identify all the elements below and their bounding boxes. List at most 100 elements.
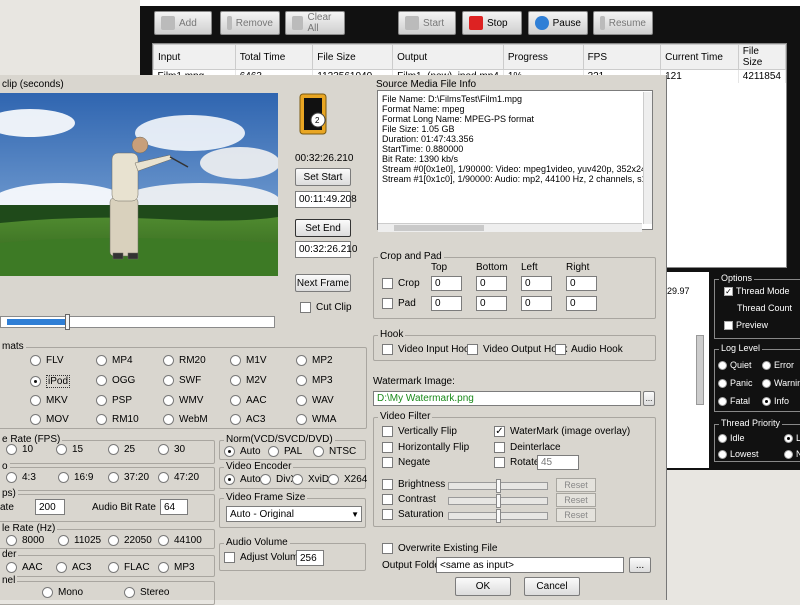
column-header[interactable]: File Size bbox=[312, 44, 394, 70]
sr-8000-radio[interactable]: 8000 bbox=[6, 535, 44, 546]
slider-thumb[interactable] bbox=[496, 494, 501, 508]
info-vertical-scrollbar[interactable] bbox=[643, 92, 652, 224]
watermark-path-field[interactable]: D:\My Watermark.png bbox=[373, 391, 641, 406]
fps-30-radio[interactable]: 30 bbox=[158, 444, 185, 455]
format-radio-m1v[interactable]: M1V bbox=[230, 355, 267, 366]
crop-checkbox[interactable]: Crop bbox=[382, 278, 420, 289]
format-radio-mp3[interactable]: MP3 bbox=[296, 375, 333, 386]
norm-auto-radio[interactable]: Auto bbox=[224, 446, 261, 457]
log-warning-radio[interactable]: Warnin bbox=[762, 378, 800, 388]
volume-field[interactable]: 256 bbox=[296, 550, 324, 566]
format-radio-ac3[interactable]: AC3 bbox=[230, 414, 265, 425]
format-radio-rm20[interactable]: RM20 bbox=[163, 355, 206, 366]
info-horizontal-scrollbar[interactable] bbox=[378, 223, 642, 232]
remove-button[interactable]: Remove bbox=[220, 11, 280, 35]
column-header[interactable]: Output bbox=[392, 44, 504, 70]
format-radio-wav[interactable]: WAV bbox=[296, 395, 334, 406]
pad-top-field[interactable]: 0 bbox=[431, 296, 462, 311]
priority-low-radio[interactable]: L bbox=[784, 433, 800, 443]
audio-hook-checkbox[interactable]: Audio Hook bbox=[555, 344, 623, 355]
video-output-hook-checkbox[interactable]: Video Output Hook bbox=[467, 344, 567, 355]
column-header[interactable]: FPS bbox=[582, 44, 662, 70]
channel-stereo-radio[interactable]: Stereo bbox=[124, 587, 169, 598]
next-frame-button[interactable]: Next Frame bbox=[295, 274, 351, 292]
ae-mp3-radio[interactable]: MP3 bbox=[158, 562, 195, 573]
brightness-slider[interactable] bbox=[448, 479, 548, 493]
ae-ac3-radio[interactable]: AC3 bbox=[56, 562, 91, 573]
watermark-browse-button[interactable]: ... bbox=[643, 391, 655, 406]
frame-size-select[interactable]: Auto - Original ▼ bbox=[226, 506, 362, 522]
log-scrollbar[interactable] bbox=[696, 335, 704, 405]
vertically-flip-checkbox[interactable]: Vertically Flip bbox=[382, 426, 457, 437]
priority-lowest-radio[interactable]: Lowest bbox=[718, 449, 759, 459]
column-header[interactable]: Input bbox=[153, 44, 236, 70]
crop-left-field[interactable]: 0 bbox=[521, 276, 552, 291]
saturation-slider[interactable] bbox=[448, 509, 548, 523]
output-folder-field[interactable]: <same as input> bbox=[436, 557, 624, 573]
contrast-slider[interactable] bbox=[448, 494, 548, 508]
brightness-checkbox[interactable]: Brightness bbox=[382, 479, 445, 490]
fps-15-radio[interactable]: 15 bbox=[56, 444, 83, 455]
horizontally-flip-checkbox[interactable]: Horizontally Flip bbox=[382, 442, 469, 453]
column-header[interactable]: Progress bbox=[502, 44, 584, 70]
ok-button[interactable]: OK bbox=[455, 577, 511, 596]
log-info-radio[interactable]: Info bbox=[762, 396, 789, 406]
format-radio-mkv[interactable]: MKV bbox=[30, 395, 68, 406]
pad-checkbox[interactable]: Pad bbox=[382, 298, 416, 309]
add-button[interactable]: Add bbox=[154, 11, 212, 35]
fps-25-radio[interactable]: 25 bbox=[108, 444, 135, 455]
crop-top-field[interactable]: 0 bbox=[431, 276, 462, 291]
format-radio-wma[interactable]: WMA bbox=[296, 414, 336, 425]
pad-right-field[interactable]: 0 bbox=[566, 296, 597, 311]
end-time-field[interactable]: 00:32:26.210 bbox=[295, 241, 357, 258]
ae-aac-radio[interactable]: AAC bbox=[6, 562, 43, 573]
format-radio-mp4[interactable]: MP4 bbox=[96, 355, 133, 366]
crop-bottom-field[interactable]: 0 bbox=[476, 276, 507, 291]
pad-left-field[interactable]: 0 bbox=[521, 296, 552, 311]
deinterlace-checkbox[interactable]: Deinterlace bbox=[494, 442, 561, 453]
start-time-field[interactable]: 00:11:49.208 bbox=[295, 191, 357, 208]
watermark-overlay-checkbox[interactable]: ✓ WaterMark (image overlay) bbox=[494, 426, 630, 437]
crop-right-field[interactable]: 0 bbox=[566, 276, 597, 291]
start-button[interactable]: Start bbox=[398, 11, 456, 35]
norm-pal-radio[interactable]: PAL bbox=[268, 446, 302, 457]
video-input-hook-checkbox[interactable]: Video Input Hook bbox=[382, 344, 475, 355]
aspect-4-3-radio[interactable]: 4:3 bbox=[6, 472, 36, 483]
format-radio-wmv[interactable]: WMV bbox=[163, 395, 203, 406]
aspect-16-9-radio[interactable]: 16:9 bbox=[58, 472, 93, 483]
sr-22050-radio[interactable]: 22050 bbox=[108, 535, 152, 546]
norm-ntsc-radio[interactable]: NTSC bbox=[313, 446, 356, 457]
set-end-button[interactable]: Set End bbox=[295, 219, 351, 237]
cancel-button[interactable]: Cancel bbox=[524, 577, 580, 596]
log-panic-radio[interactable]: Panic bbox=[718, 378, 753, 388]
format-radio-webm[interactable]: WebM bbox=[163, 414, 208, 425]
cut-clip-checkbox[interactable]: Cut Clip bbox=[300, 302, 352, 313]
contrast-reset-button[interactable]: Reset bbox=[556, 493, 596, 507]
format-radio-swf[interactable]: SWF bbox=[163, 375, 201, 386]
format-radio-mp2[interactable]: MP2 bbox=[296, 355, 333, 366]
pad-bottom-field[interactable]: 0 bbox=[476, 296, 507, 311]
resume-button[interactable]: Resume bbox=[593, 11, 653, 35]
brightness-reset-button[interactable]: Reset bbox=[556, 478, 596, 492]
priority-idle-radio[interactable]: Idle bbox=[718, 433, 745, 443]
stop-button[interactable]: Stop bbox=[462, 11, 522, 35]
format-radio-aac[interactable]: AAC bbox=[230, 395, 267, 406]
channel-mono-radio[interactable]: Mono bbox=[42, 587, 83, 598]
clear-all-button[interactable]: Clear All bbox=[285, 11, 345, 35]
format-radio-ipod[interactable]: iPod bbox=[30, 375, 71, 388]
saturation-reset-button[interactable]: Reset bbox=[556, 508, 596, 522]
format-radio-psp[interactable]: PSP bbox=[96, 395, 132, 406]
column-header[interactable]: Total Time bbox=[234, 44, 314, 70]
clip-seek-bar[interactable] bbox=[0, 314, 275, 330]
format-radio-mov[interactable]: MOV bbox=[30, 414, 69, 425]
format-radio-flv[interactable]: FLV bbox=[30, 355, 64, 366]
format-radio-m2v[interactable]: M2V bbox=[230, 375, 267, 386]
rotate-field[interactable]: 45 bbox=[537, 455, 579, 470]
slider-thumb[interactable] bbox=[496, 479, 501, 493]
pause-button[interactable]: Pause bbox=[528, 11, 588, 35]
log-quiet-radio[interactable]: Quiet bbox=[718, 360, 752, 370]
format-radio-ogg[interactable]: OGG bbox=[96, 375, 135, 386]
ve-x264-radio[interactable]: X264 bbox=[328, 474, 367, 485]
output-folder-browse-button[interactable]: ... bbox=[629, 557, 651, 573]
saturation-checkbox[interactable]: Saturation bbox=[382, 509, 444, 520]
